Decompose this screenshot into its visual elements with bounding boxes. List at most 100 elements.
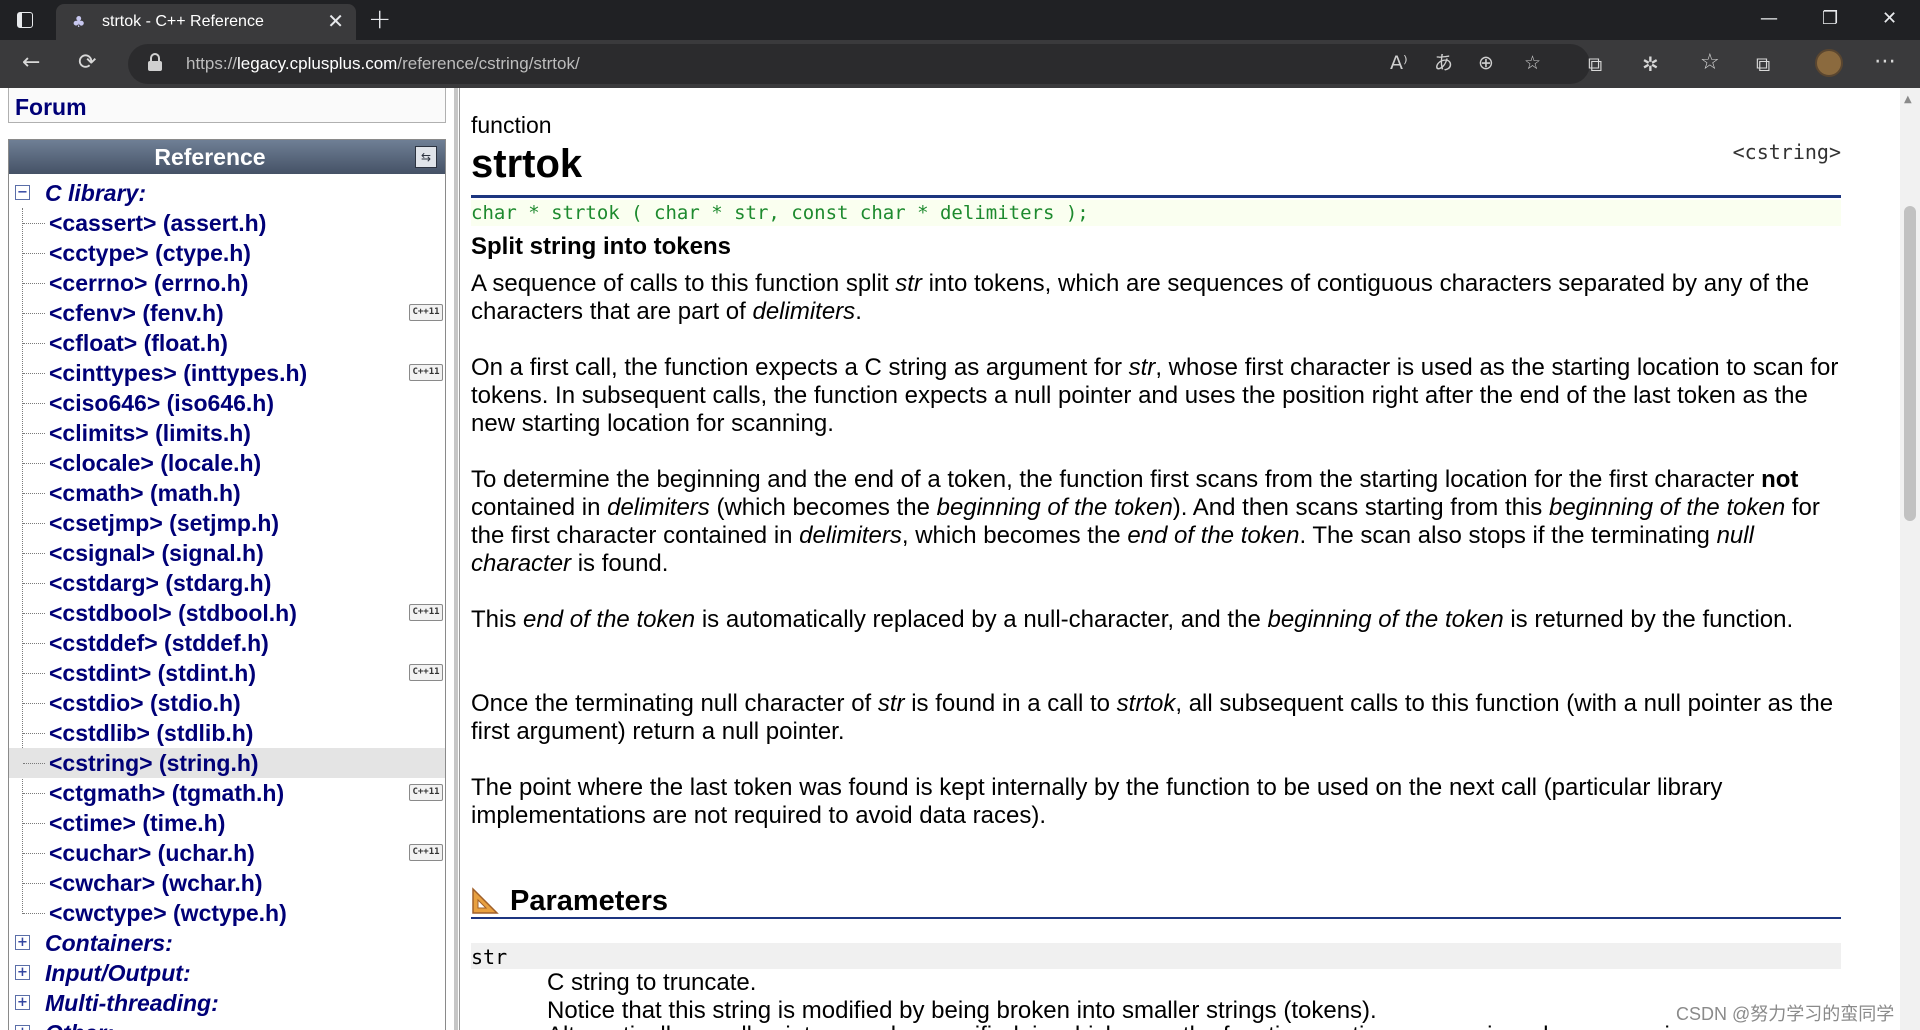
tree-item-library[interactable]: <cstdlib> (stdlib.h): [9, 718, 445, 748]
library-link[interactable]: <csignal> (signal.h): [49, 540, 264, 567]
library-link[interactable]: <climits> (limits.h): [49, 420, 251, 447]
url-path: /reference/cstring/strtok/: [397, 54, 580, 73]
library-link[interactable]: <cfloat> (float.h): [49, 330, 228, 357]
library-link[interactable]: <cstdint> (stdint.h): [49, 660, 256, 687]
tree-item-library[interactable]: <cstring> (string.h): [9, 748, 445, 778]
more-menu-icon[interactable]: ⋯: [1874, 50, 1896, 74]
text-run: (which becomes the: [709, 494, 937, 521]
tree-item-library[interactable]: <cctype> (ctype.h): [9, 238, 445, 268]
library-link[interactable]: <cstdlib> (stdlib.h): [49, 720, 253, 747]
tree-item-library[interactable]: <cwchar> (wchar.h): [9, 868, 445, 898]
url-host: legacy.cplusplus.com: [237, 54, 398, 73]
library-link[interactable]: <cwchar> (wchar.h): [49, 870, 262, 897]
translate-icon[interactable]: あ: [1434, 52, 1453, 74]
library-link[interactable]: <clocale> (locale.h): [49, 450, 261, 477]
library-link[interactable]: <cwctype> (wctype.h): [49, 900, 287, 927]
reference-title[interactable]: Reference: [9, 144, 411, 171]
read-aloud-icon[interactable]: A⁾: [1390, 52, 1408, 74]
expand-icon[interactable]: +: [15, 935, 30, 950]
tree-branch-line: [23, 493, 45, 494]
library-link[interactable]: <cstdio> (stdio.h): [49, 690, 241, 717]
tree-item-library[interactable]: <cstddef> (stddef.h): [9, 628, 445, 658]
window-close-icon[interactable]: ✕: [1882, 8, 1897, 30]
library-link[interactable]: <cmath> (math.h): [49, 480, 241, 507]
tree-category-label[interactable]: Input/Output:: [45, 960, 191, 987]
zoom-icon[interactable]: ⊕: [1478, 52, 1494, 74]
library-link[interactable]: <cstdbool> (stdbool.h): [49, 600, 297, 627]
tree-category-label[interactable]: C library:: [45, 180, 146, 207]
library-link[interactable]: <cfenv> (fenv.h): [49, 300, 224, 327]
tree-item-library[interactable]: <ctime> (time.h): [9, 808, 445, 838]
tree-item-library[interactable]: <cinttypes> (inttypes.h) C++11: [9, 358, 445, 388]
url-text[interactable]: https://legacy.cplusplus.com/reference/c…: [186, 54, 580, 74]
lock-icon[interactable]: [148, 53, 162, 71]
expand-icon[interactable]: +: [15, 1025, 30, 1030]
collections-icon[interactable]: ⧉: [1756, 52, 1770, 76]
term: beginning of the token: [1267, 606, 1504, 633]
library-link[interactable]: <cerrno> (errno.h): [49, 270, 248, 297]
tree-item-library[interactable]: <cstdbool> (stdbool.h) C++11: [9, 598, 445, 628]
page-scrollbar[interactable]: ▲: [1900, 88, 1920, 1030]
library-link[interactable]: <cstddef> (stddef.h): [49, 630, 269, 657]
tree-category-collapsed[interactable]: + Multi-threading:: [9, 988, 445, 1018]
tree-category-c-library[interactable]: − C library:: [9, 178, 445, 208]
tree-item-library[interactable]: <csetjmp> (setjmp.h): [9, 508, 445, 538]
tree-item-library[interactable]: <cstdio> (stdio.h): [9, 688, 445, 718]
library-link[interactable]: <cassert> (assert.h): [49, 210, 266, 237]
tree-item-library[interactable]: <ctgmath> (tgmath.h) C++11: [9, 778, 445, 808]
tree-category-label[interactable]: Multi-threading:: [45, 990, 219, 1017]
tree-item-library[interactable]: <cassert> (assert.h): [9, 208, 445, 238]
tree-category-label[interactable]: Containers:: [45, 930, 173, 957]
favorites-icon[interactable]: ☆: [1700, 51, 1720, 75]
tree-item-library[interactable]: <cfloat> (float.h): [9, 328, 445, 358]
library-link[interactable]: <cinttypes> (inttypes.h): [49, 360, 307, 387]
tree-item-library[interactable]: <cmath> (math.h): [9, 478, 445, 508]
scroll-up-arrow-icon[interactable]: ▲: [1904, 94, 1912, 105]
tab-actions-icon[interactable]: [14, 9, 36, 31]
forum-link[interactable]: Forum: [15, 94, 87, 121]
library-link[interactable]: <cstdarg> (stdarg.h): [49, 570, 271, 597]
extensions-icon[interactable]: ✲: [1642, 52, 1659, 76]
browser-tab-active[interactable]: ♣ strtok - C++ Reference ✕: [56, 4, 356, 40]
restore-icon[interactable]: ❐: [1822, 8, 1838, 30]
address-bar[interactable]: https://legacy.cplusplus.com/reference/c…: [128, 44, 1590, 84]
library-link[interactable]: <ctime> (time.h): [49, 810, 225, 837]
tree-item-library[interactable]: <cwctype> (wctype.h): [9, 898, 445, 928]
library-link[interactable]: <ctgmath> (tgmath.h): [49, 780, 284, 807]
add-favorite-icon[interactable]: ☆: [1524, 52, 1541, 74]
tree-item-library[interactable]: <climits> (limits.h): [9, 418, 445, 448]
profile-avatar[interactable]: [1815, 49, 1843, 77]
back-icon[interactable]: ←: [22, 51, 40, 75]
extension-icon[interactable]: ⧉: [1588, 52, 1602, 76]
tree-item-library[interactable]: <cstdint> (stdint.h) C++11: [9, 658, 445, 688]
header-link[interactable]: <cstring>: [1733, 140, 1841, 164]
tree-category-collapsed[interactable]: + Other:: [9, 1018, 445, 1030]
library-link[interactable]: <cuchar> (uchar.h): [49, 840, 255, 867]
tree-item-library[interactable]: <cuchar> (uchar.h) C++11: [9, 838, 445, 868]
library-link[interactable]: <cctype> (ctype.h): [49, 240, 251, 267]
tree-item-library[interactable]: <cfenv> (fenv.h) C++11: [9, 298, 445, 328]
new-tab-icon[interactable]: +: [368, 5, 391, 33]
tree-category-label[interactable]: Other:: [45, 1020, 114, 1030]
expand-icon[interactable]: +: [15, 995, 30, 1010]
tree-item-library[interactable]: <ciso646> (iso646.h): [9, 388, 445, 418]
tree-item-library[interactable]: <clocale> (locale.h): [9, 448, 445, 478]
browser-title-bar: ♣ strtok - C++ Reference ✕ + — ❐ ✕: [0, 0, 1920, 40]
tree-category-collapsed[interactable]: + Input/Output:: [9, 958, 445, 988]
tree-category-collapsed[interactable]: + Containers:: [9, 928, 445, 958]
tree-item-library[interactable]: <csignal> (signal.h): [9, 538, 445, 568]
collapse-icon[interactable]: −: [15, 185, 30, 200]
tab-close-icon[interactable]: ✕: [327, 11, 344, 31]
tree-item-library[interactable]: <cerrno> (errno.h): [9, 268, 445, 298]
refresh-icon[interactable]: ⟳: [78, 51, 96, 75]
panel-toggle-icon[interactable]: ⇆: [415, 146, 437, 168]
library-link[interactable]: <cstring> (string.h): [49, 750, 259, 777]
expand-icon[interactable]: +: [15, 965, 30, 980]
tree-item-library[interactable]: <cstdarg> (stdarg.h): [9, 568, 445, 598]
scrollbar-thumb[interactable]: [1904, 206, 1916, 521]
minimize-icon[interactable]: —: [1760, 8, 1778, 30]
pane-separator[interactable]: [454, 88, 458, 1030]
library-link[interactable]: <csetjmp> (setjmp.h): [49, 510, 279, 537]
text-run: . The scan also stops if the terminating: [1299, 522, 1717, 549]
library-link[interactable]: <ciso646> (iso646.h): [49, 390, 274, 417]
